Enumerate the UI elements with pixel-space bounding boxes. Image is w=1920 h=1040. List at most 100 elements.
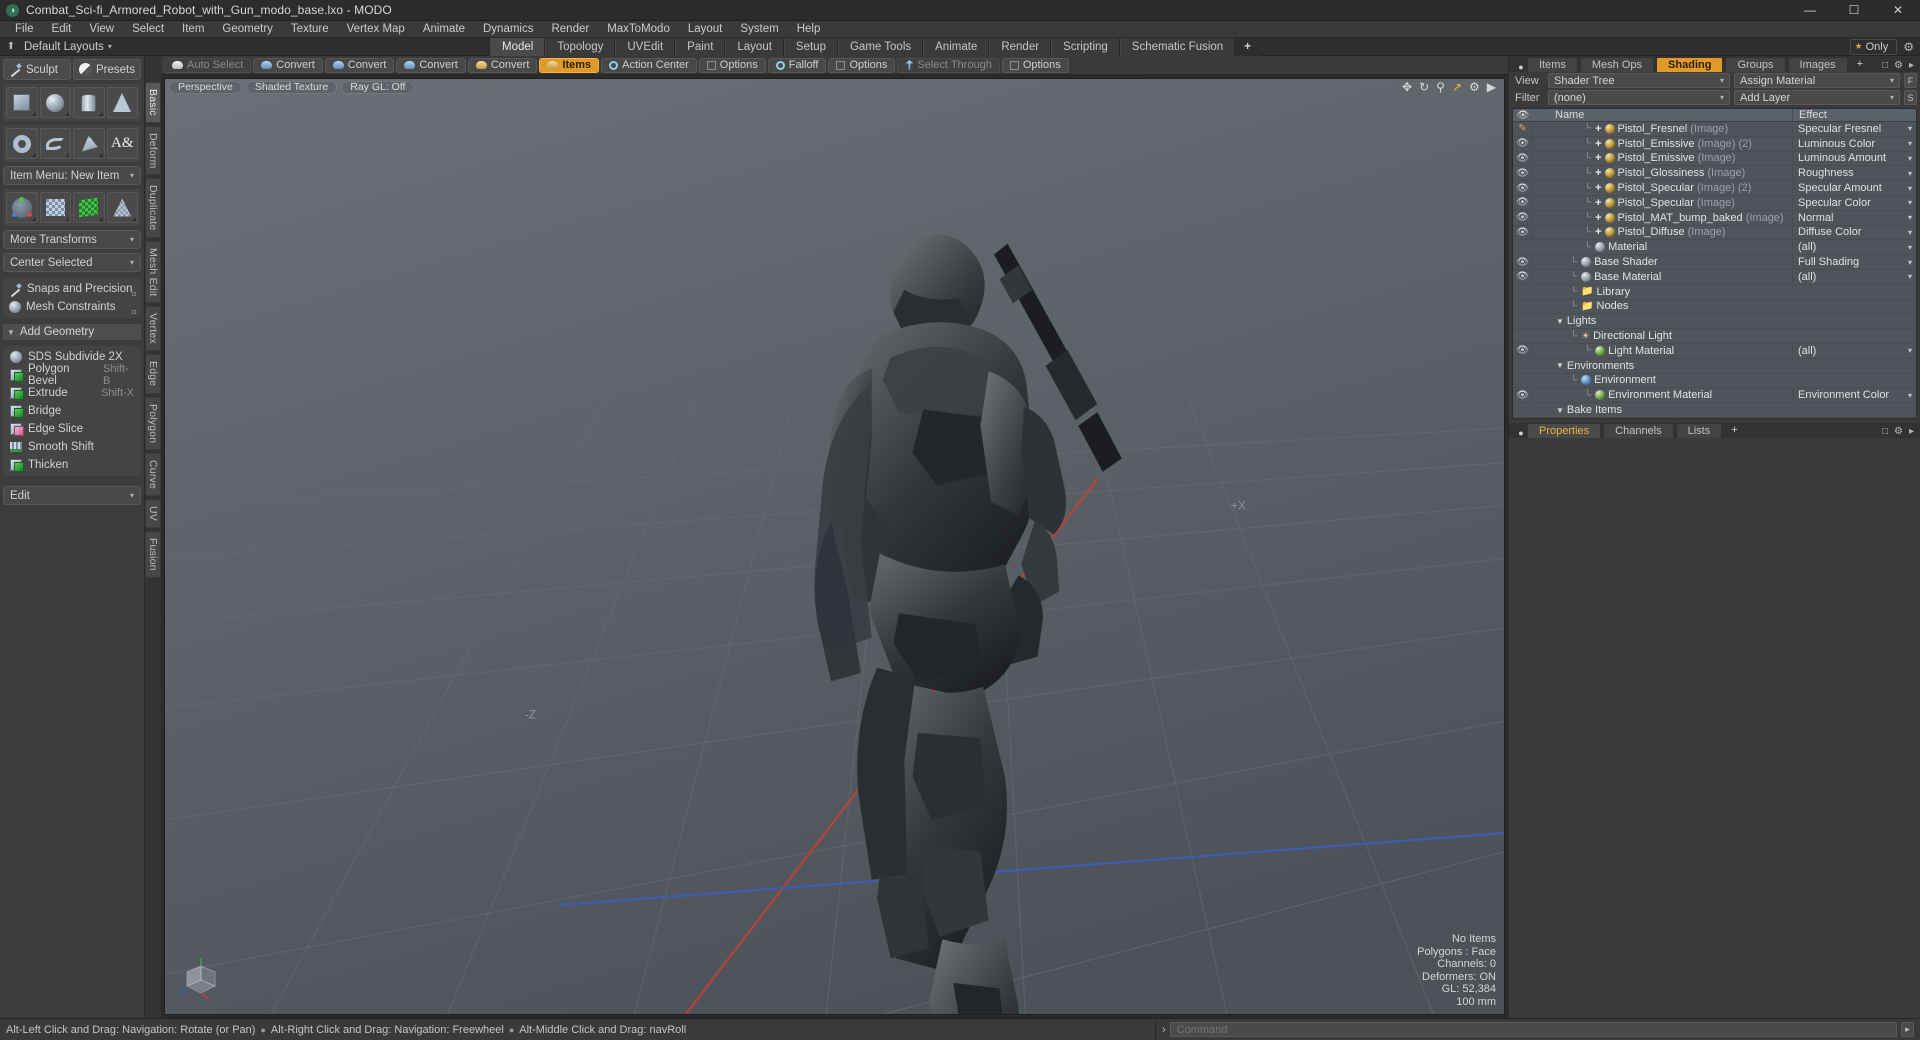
menu-select[interactable]: Select [123,21,173,38]
tab-lists[interactable]: Lists [1675,422,1723,438]
menu-geometry[interactable]: Geometry [213,21,282,38]
table-row[interactable]: 👁 └ Base Material (all) ▾ [1513,270,1916,285]
mesh-grid-button[interactable] [39,192,71,223]
checker-green-button[interactable] [73,192,105,223]
chevron-right-icon[interactable]: ▸ [1909,60,1914,71]
layout-selector[interactable]: ⬆ Default Layouts ▾ [0,41,490,53]
expand-plus-icon[interactable]: + [1595,167,1601,179]
row-effect-cell[interactable]: Specular Amount ▾ [1792,182,1916,195]
presets-button[interactable]: Presets [73,59,141,80]
table-row[interactable]: 👁 └ + Pistol_Glossiness (Image) Roughness ▾ [1513,166,1916,182]
visibility-eye-icon[interactable]: 👁 [1513,345,1533,357]
row-effect-cell[interactable]: Full Shading ▾ [1792,256,1916,269]
chevron-right-icon[interactable]: ▶ [1487,81,1496,93]
assign-material-shortcut-button[interactable]: F [1904,73,1917,88]
mode-tab-polygon[interactable]: Polygon [145,396,161,451]
edit-dropdown[interactable]: Edit ▾ [3,486,141,505]
table-row[interactable]: 👁 └ + Pistol_Emissive (Image) Luminous Amount… [1513,152,1916,167]
menu-texture[interactable]: Texture [282,21,338,38]
tab-layout[interactable]: Layout [725,37,784,56]
menu-edit[interactable]: Edit [43,21,81,38]
tab-animate[interactable]: Animate [923,37,990,56]
command-submit-button[interactable]: ▸ [1901,1022,1914,1037]
falloff-button[interactable]: Falloff [767,57,827,73]
chevron-down-icon[interactable]: ▾ [1908,139,1912,148]
filter-dropdown[interactable]: (none) ▾ [1548,90,1730,105]
visibility-eye-icon[interactable]: 👁 [1513,138,1533,150]
menu-dynamics[interactable]: Dynamics [474,21,542,38]
primitive-text-button[interactable]: A& [106,128,138,159]
row-effect-cell[interactable]: (all) ▾ [1792,270,1916,283]
menu-render[interactable]: Render [542,21,598,38]
convert-button-1[interactable]: Convert [253,57,323,73]
convert-button-2[interactable]: Convert [324,57,395,73]
mode-tab-basic[interactable]: Basic [145,82,161,123]
tool-smooth-shift[interactable]: Smooth Shift [5,438,139,456]
viewport-shading-button[interactable]: Shaded Texture [245,80,338,94]
menu-maxtomodo[interactable]: MaxToModo [598,21,679,38]
tab-items[interactable]: Items [1527,57,1578,72]
mode-tab-fusion[interactable]: Fusion [145,531,161,578]
primitive-spline-button[interactable] [39,128,71,159]
table-row[interactable]: 👁 └ Environment Material Environment Color ▾ [1513,388,1916,404]
snaps-and-precision-item[interactable]: Snaps and Precision [5,280,139,298]
table-row[interactable]: 👁 └ + Pistol_Specular (Image) (2) Specular Am… [1513,181,1916,196]
table-row[interactable]: 👁 └ + Pistol_Emissive (Image) (2) Luminous Co… [1513,137,1916,152]
move-icon[interactable]: ✥ [1402,81,1412,93]
expand-plus-icon[interactable]: + [1595,123,1601,135]
row-effect-cell[interactable]: (all) ▾ [1792,241,1916,254]
assign-material-dropdown[interactable]: Assign Material ▾ [1734,73,1900,88]
chevron-down-icon[interactable]: ▾ [1908,391,1912,400]
chevron-down-icon[interactable]: ▾ [1908,228,1912,237]
visibility-eye-icon[interactable]: 👁 [1513,212,1533,224]
table-row[interactable]: └ Material (all) ▾ [1513,240,1916,256]
expand-plus-icon[interactable]: + [1595,182,1601,194]
visibility-eye-icon[interactable]: 👁 [1513,152,1533,164]
visibility-eye-icon[interactable]: 👁 [1513,226,1533,238]
convert-button-3[interactable]: Convert [396,57,466,73]
popout-icon[interactable]: □ [1882,60,1888,71]
tool-edge-slice[interactable]: Edge Slice [5,420,139,438]
tab-game-tools[interactable]: Game Tools [837,37,924,56]
gear-icon[interactable]: ⚙ [1469,81,1480,93]
tab-uvedit[interactable]: UVEdit [615,37,676,56]
row-effect-cell[interactable]: Roughness ▾ [1792,167,1916,180]
primitive-torus-button[interactable] [6,128,38,159]
table-row[interactable]: ▼ Bake Items [1513,403,1916,418]
add-geometry-header[interactable]: ▼ Add Geometry [3,324,141,340]
chevron-down-icon[interactable]: ▾ [1908,258,1912,267]
popout-icon[interactable]: □ [1882,426,1888,437]
minimize-button[interactable]: — [1788,0,1832,21]
zoom-icon[interactable]: ⚲ [1436,81,1445,93]
convert-button-4[interactable]: Convert [467,57,538,73]
menu-animate[interactable]: Animate [414,21,474,38]
tab-mesh-ops[interactable]: Mesh Ops [1579,57,1655,72]
add-properties-tab-button[interactable]: + [1724,423,1744,438]
viewport-raygl-button[interactable]: Ray GL: Off [341,80,415,94]
visibility-eye-icon[interactable]: 👁 [1513,167,1533,179]
row-effect-cell[interactable]: Environment Color ▾ [1792,389,1916,402]
mode-tab-curve[interactable]: Curve [145,453,161,497]
action-center-button[interactable]: Action Center [601,57,697,73]
gear-icon[interactable]: ⚙ [1903,40,1914,54]
tab-paint[interactable]: Paint [675,37,726,56]
tab-channels[interactable]: Channels [1603,422,1674,438]
table-row[interactable]: 👁 └ + Pistol_MAT_bump_baked (Image) Normal ▾ [1513,211,1916,226]
table-row[interactable]: └ Environment [1513,374,1916,389]
expand-plus-icon[interactable]: + [1595,138,1601,150]
viewport-perspective-button[interactable]: Perspective [169,80,242,94]
menu-view[interactable]: View [80,21,123,38]
visibility-eye-icon[interactable]: 👁 [1513,197,1533,209]
maximize-button[interactable]: ☐ [1832,0,1876,21]
mesh-constraints-item[interactable]: Mesh Constraints [5,298,139,316]
expand-plus-icon[interactable]: + [1595,212,1601,224]
chevron-down-icon[interactable]: ▼ [1556,406,1564,415]
view-dropdown[interactable]: Shader Tree ▾ [1548,73,1730,88]
mode-tab-edge[interactable]: Edge [145,354,161,394]
falloff-options-button[interactable]: Options [828,57,896,73]
rotate-icon[interactable]: ↻ [1419,81,1429,93]
row-effect-cell[interactable]: Specular Color ▾ [1792,196,1916,209]
chevron-down-icon[interactable]: ▾ [1908,346,1912,355]
shader-tree[interactable]: 👁 Name Effect ✎ └ + Pistol_Fresnel (Image) Sp… [1512,108,1917,419]
mode-tab-mesh-edit[interactable]: Mesh Edit [145,240,161,304]
